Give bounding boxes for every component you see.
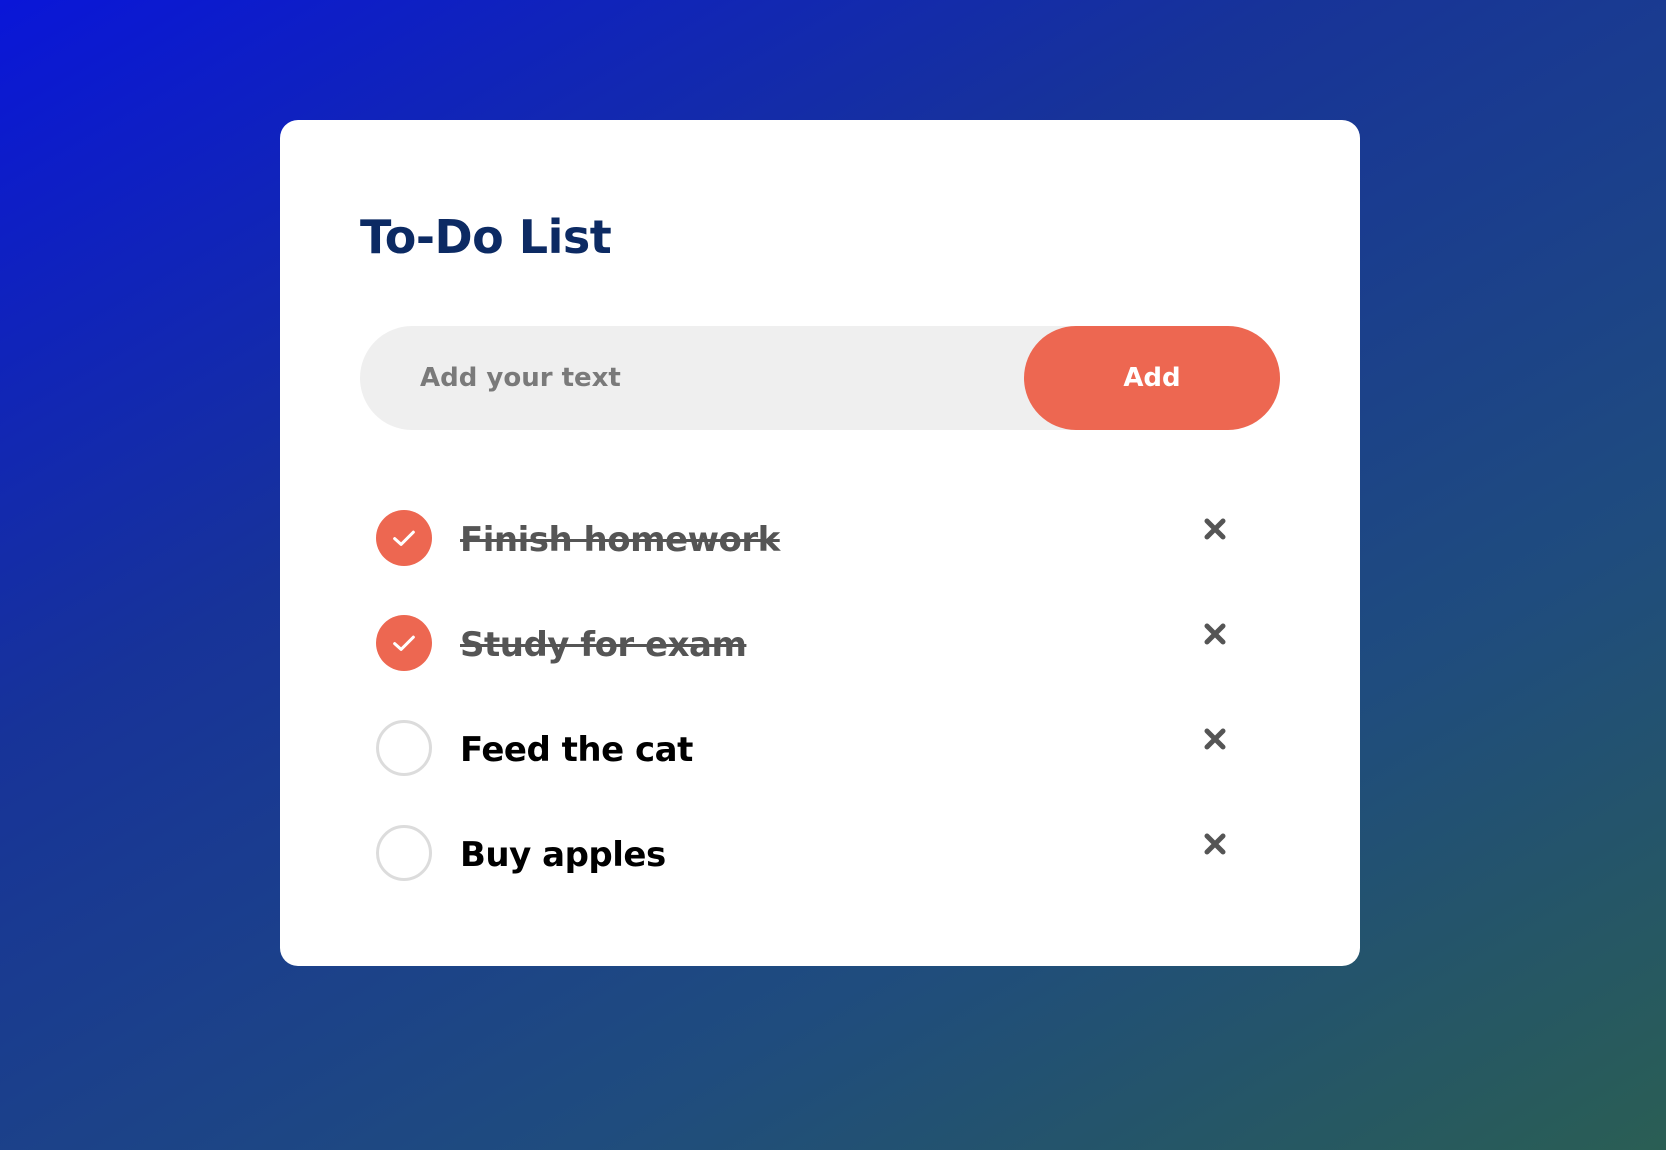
todo-item[interactable]: Buy apples [360, 799, 1280, 904]
add-task-row: Add [360, 326, 1280, 430]
delete-button[interactable] [1198, 722, 1232, 756]
delete-button[interactable] [1198, 617, 1232, 651]
todo-card: To-Do List Add Finish homework [280, 120, 1360, 966]
check-icon [393, 530, 415, 546]
todo-list: Finish homework Study for exam Feed the … [360, 484, 1280, 904]
todo-item[interactable]: Finish homework [360, 484, 1280, 589]
page-title: To-Do List [360, 210, 612, 264]
todo-text: Finish homework [460, 520, 780, 560]
delete-button[interactable] [1198, 827, 1232, 861]
check-icon [393, 635, 415, 651]
todo-checkbox[interactable] [376, 825, 432, 881]
close-icon [1204, 833, 1226, 855]
close-icon [1204, 623, 1226, 645]
todo-item[interactable]: Feed the cat [360, 694, 1280, 799]
todo-item[interactable]: Study for exam [360, 589, 1280, 694]
close-icon [1204, 518, 1226, 540]
todo-checkbox[interactable] [376, 720, 432, 776]
todo-text: Feed the cat [460, 730, 693, 770]
close-icon [1204, 728, 1226, 750]
add-button[interactable]: Add [1024, 326, 1280, 430]
todo-checkbox[interactable] [376, 510, 432, 566]
delete-button[interactable] [1198, 512, 1232, 546]
todo-checkbox[interactable] [376, 615, 432, 671]
todo-text: Study for exam [460, 625, 747, 665]
todo-text: Buy apples [460, 835, 666, 875]
task-input[interactable] [360, 326, 1020, 430]
